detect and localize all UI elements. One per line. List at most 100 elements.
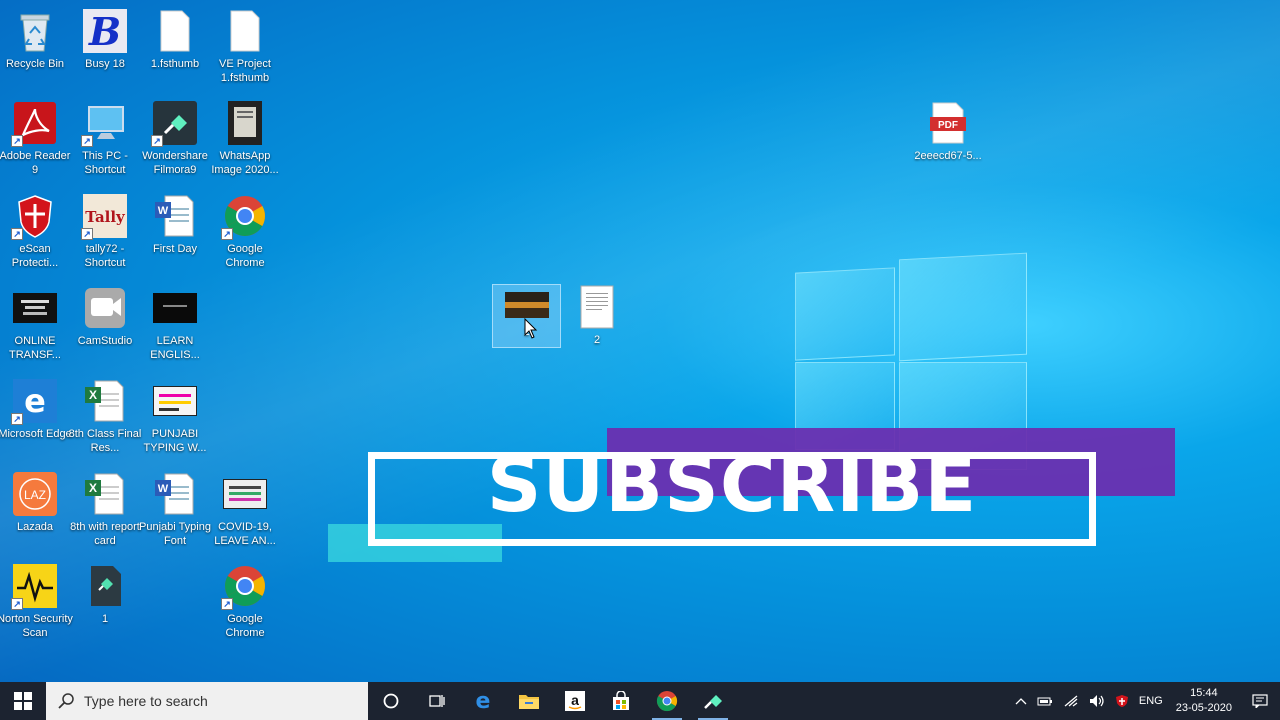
video-thumbnail-icon <box>12 285 58 331</box>
desktop-icon-camstudio[interactable]: CamStudio <box>69 285 141 348</box>
show-hidden-icons-button[interactable] <box>1010 697 1032 705</box>
task-view-button[interactable] <box>414 682 460 720</box>
taskbar-edge[interactable]: e <box>460 682 506 720</box>
desktop-icon-adobe-reader[interactable]: ↗ Adobe Reader 9 <box>0 100 71 177</box>
icon-label: 1.fsthumb <box>150 58 200 70</box>
desktop-icon-microsoft-edge[interactable]: e ↗ Microsoft Edge <box>0 378 72 441</box>
desktop-icon-fsthumb[interactable]: 1.fsthumb <box>139 8 211 71</box>
desktop-icon-8th-class-final[interactable]: X 8th Class Final Res... <box>69 378 141 455</box>
lazada-icon: LAZ <box>12 471 58 517</box>
filmora-project-icon <box>82 563 128 609</box>
icon-label: 2 <box>593 334 601 346</box>
subscribe-text[interactable]: SUBSCRIBE <box>368 440 1096 529</box>
icon-label: 1 <box>101 613 109 625</box>
desktop-icon-first-day[interactable]: W First Day <box>139 193 211 256</box>
desktop-icon-lazada[interactable]: LAZ Lazada <box>0 471 71 534</box>
icon-label: Adobe Reader 9 <box>0 150 71 176</box>
action-center-button[interactable] <box>1240 694 1280 708</box>
chevron-up-icon <box>1015 698 1027 705</box>
taskbar-search-box[interactable]: Type here to search <box>46 682 368 720</box>
desktop-icon-escan[interactable]: ↗ eScan Protecti... <box>0 193 71 270</box>
clock[interactable]: 15:44 23-05-2020 <box>1168 686 1240 716</box>
desktop-icon-8th-report-card[interactable]: X 8th with report card <box>69 471 141 548</box>
excel-file-icon: X <box>82 378 128 424</box>
icon-label: COVID-19, LEAVE AN... <box>214 521 276 547</box>
taskbar-store[interactable] <box>598 682 644 720</box>
desktop-icon-this-pc[interactable]: ↗ This PC - Shortcut <box>69 100 141 177</box>
icon-label: eScan Protecti... <box>11 243 59 269</box>
desktop-icon-filmora-project[interactable]: 1 <box>69 563 141 626</box>
camstudio-icon <box>82 285 128 331</box>
desktop-icon-punjabi-typing[interactable]: PUNJABI TYPING W... <box>139 378 211 455</box>
taskbar-amazon[interactable]: a <box>552 682 598 720</box>
desktop-icon-pdf-file[interactable]: PDF 2eeecd67-5... <box>912 100 984 163</box>
taskbar-chrome[interactable] <box>644 682 690 720</box>
image-thumbnail-icon <box>222 471 268 517</box>
desktop-icon-whatsapp-image[interactable]: WhatsApp Image 2020... <box>209 100 281 177</box>
icon-label: Recycle Bin <box>5 58 65 70</box>
cortana-button[interactable] <box>368 682 414 720</box>
icon-label: Punjabi Typing Font <box>139 521 211 547</box>
network-button[interactable] <box>1058 694 1084 708</box>
image-thumbnail-icon <box>222 100 268 146</box>
desktop-icon-norton[interactable]: ↗ Norton Security Scan <box>0 563 73 640</box>
icon-label: Norton Security Scan <box>0 613 73 639</box>
escan-tray-button[interactable] <box>1110 694 1134 708</box>
svg-text:a: a <box>571 692 579 708</box>
desktop: Recycle Bin ↗ Adobe Reader 9 ↗ eScan Pro… <box>0 0 1280 682</box>
windows-start-icon <box>14 692 32 710</box>
desktop-icon-filmora9[interactable]: ↗ Wondershare Filmora9 <box>139 100 211 177</box>
excel-file-icon: X <box>82 471 128 517</box>
desktop-icon-document-2[interactable]: 2 <box>561 284 633 347</box>
icon-label: Lazada <box>16 521 54 533</box>
chrome-icon: ↗ <box>221 193 268 240</box>
svg-text:Tally: Tally <box>85 208 126 226</box>
icon-label: WhatsApp Image 2020... <box>211 150 279 176</box>
desktop-icon-tally[interactable]: Tally ↗ tally72 - Shortcut <box>69 193 141 270</box>
svg-text:PDF: PDF <box>938 120 958 131</box>
desktop-icon-busy[interactable]: B Busy 18 <box>69 8 141 71</box>
amazon-icon: a <box>565 691 585 711</box>
desktop-icon-google-chrome-2[interactable]: ↗ Google Chrome <box>209 563 281 640</box>
taskbar-filmora[interactable] <box>690 682 736 720</box>
desktop-icon-punjabi-font[interactable]: W Punjabi Typing Font <box>139 471 211 548</box>
desktop-icon-ve-project[interactable]: VE Project 1.fsthumb <box>209 8 281 85</box>
icon-label: 8th Class Final Res... <box>68 428 142 454</box>
word-file-icon: W <box>152 471 198 517</box>
icon-label: 2eeecd67-5... <box>914 150 982 162</box>
clock-time: 15:44 <box>1190 687 1218 699</box>
battery-button[interactable] <box>1032 695 1058 707</box>
icon-label: PUNJABI TYPING W... <box>143 428 207 454</box>
tally-icon: Tally ↗ <box>81 193 128 240</box>
icon-label: CamStudio <box>77 335 133 347</box>
icon-label: Google Chrome <box>225 613 265 639</box>
desktop-icon-online-transfer[interactable]: ONLINE TRANSF... <box>0 285 71 362</box>
desktop-icon-google-chrome[interactable]: ↗ Google Chrome <box>209 193 281 270</box>
image-thumbnail-icon <box>152 378 198 424</box>
svg-text:LAZ: LAZ <box>24 488 46 502</box>
document-thumbnail-icon <box>574 284 620 330</box>
svg-text:X: X <box>89 481 97 495</box>
desktop-icon-learn-english[interactable]: LEARN ENGLIS... <box>139 285 211 362</box>
chrome-icon <box>656 691 678 712</box>
computer-icon: ↗ <box>81 100 128 147</box>
icon-label: tally72 - Shortcut <box>84 243 126 269</box>
task-view-icon <box>429 695 445 707</box>
folder-icon <box>519 695 539 709</box>
filmora-icon: ↗ <box>151 100 198 147</box>
adobe-reader-icon: ↗ <box>11 100 58 147</box>
desktop-icon-covid-leave[interactable]: COVID-19, LEAVE AN... <box>209 471 281 548</box>
store-bag-icon <box>613 691 629 710</box>
icon-label: This PC - Shortcut <box>82 150 128 176</box>
language-indicator[interactable]: ENG <box>1134 695 1168 707</box>
start-button[interactable] <box>0 682 46 720</box>
chrome-icon: ↗ <box>221 563 268 610</box>
icon-label: Google Chrome <box>225 243 265 269</box>
desktop-icon-recycle-bin[interactable]: Recycle Bin <box>0 8 71 71</box>
busy-icon: B <box>82 8 128 54</box>
filmora-icon <box>704 695 722 709</box>
volume-button[interactable] <box>1084 694 1110 708</box>
search-placeholder: Type here to search <box>84 693 208 709</box>
taskbar-file-explorer[interactable] <box>506 682 552 720</box>
speaker-icon <box>1089 695 1104 707</box>
